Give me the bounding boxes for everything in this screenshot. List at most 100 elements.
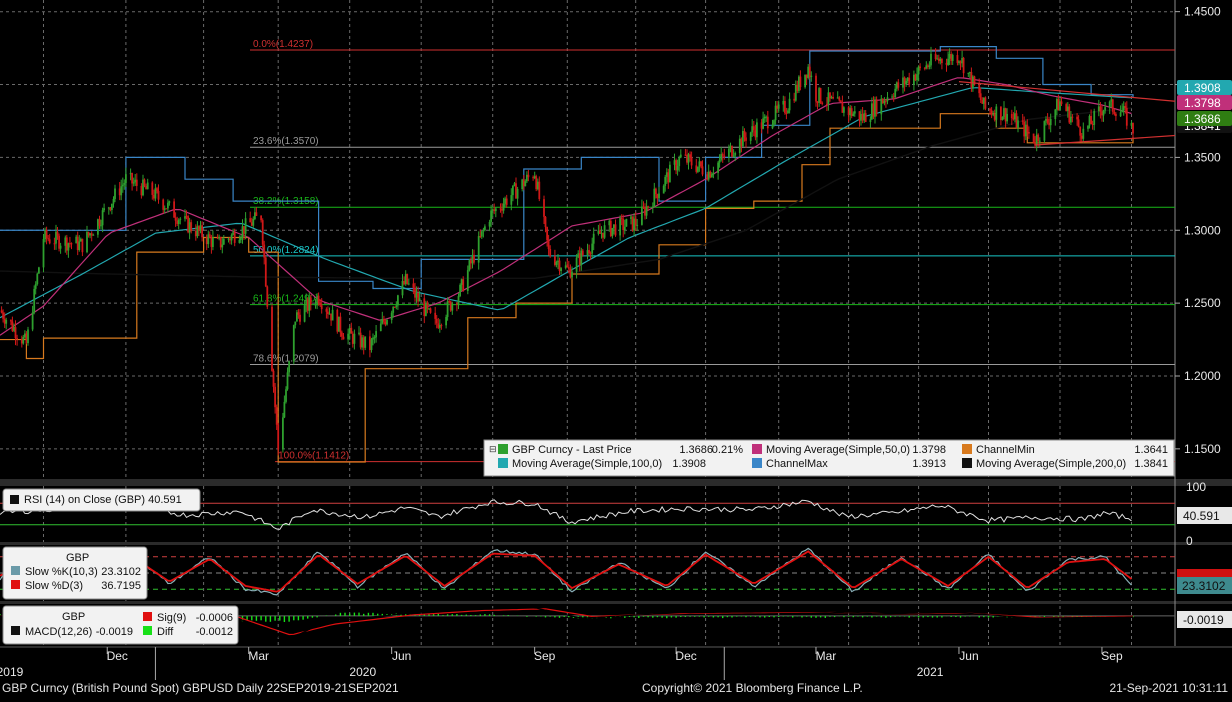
legend-label: Moving Average(Simple,100,0) (512, 458, 662, 470)
candle-body (1010, 114, 1013, 119)
candle-body (2, 312, 4, 319)
stoch-badge-text: 23.3102 (1182, 579, 1226, 593)
candle-body (282, 417, 284, 450)
candle-body (673, 160, 676, 165)
fib-level-label: 100.0%(1.1412) (278, 451, 349, 462)
legend-value: 1.3841 (1134, 458, 1168, 470)
ma200-line (0, 107, 1132, 279)
candle-body (743, 131, 746, 138)
macd-badge-text: -0.0019 (1183, 613, 1224, 627)
candle-body (717, 162, 719, 173)
candle-body (695, 165, 698, 172)
candle-body (662, 185, 665, 194)
candle-body (894, 88, 897, 97)
candle-body (47, 238, 50, 240)
candle-body (569, 268, 572, 278)
legend-value: 1.3908 (672, 458, 706, 470)
candle-body (165, 208, 168, 210)
candle-body (728, 148, 730, 158)
candle-body (100, 225, 102, 227)
candle-body (314, 304, 317, 306)
candle-body (299, 314, 301, 322)
macd-diff-swatch (143, 626, 152, 635)
candle-body (123, 183, 126, 185)
candle-body (146, 182, 149, 190)
candle-body (897, 82, 900, 88)
candle-body (930, 53, 932, 66)
candle-body (734, 153, 737, 156)
rsi-swatch (10, 495, 19, 504)
candle-body (687, 154, 690, 163)
candle-body (1060, 101, 1063, 105)
candle-body (1104, 107, 1106, 111)
candle-body (162, 199, 165, 210)
macd-diff-value: -0.0012 (196, 626, 233, 638)
candle-body (386, 320, 388, 325)
stoch-k-line (0, 547, 1132, 596)
candle-body (787, 110, 789, 114)
candle-body (350, 327, 353, 334)
candle-body (174, 217, 177, 221)
candle-body (836, 97, 839, 99)
candle-body (1099, 106, 1102, 112)
candle-body (218, 237, 220, 239)
candle-body (567, 267, 570, 269)
candle-body (98, 219, 101, 226)
candle-body (1093, 111, 1096, 125)
candle-body (762, 118, 764, 129)
candle-body (1125, 107, 1128, 126)
candle-body (1057, 99, 1060, 111)
candle-body (229, 238, 231, 241)
candle-body (603, 225, 606, 238)
candle-body (538, 181, 541, 200)
candle-body (395, 305, 398, 307)
candle-body (510, 195, 513, 205)
candle-body (558, 260, 561, 271)
candle-body (1076, 116, 1078, 120)
candle-body (972, 76, 974, 88)
candle-body (1043, 120, 1046, 141)
candle-body (544, 216, 547, 228)
candle-body (793, 98, 796, 101)
candle-body (1079, 126, 1082, 136)
stoch-k-value: 23.3102 (101, 566, 141, 578)
candle-body (614, 224, 617, 236)
candle-body (990, 110, 993, 115)
candle-body (379, 323, 382, 331)
candle-body (799, 76, 802, 88)
candle-body (456, 303, 458, 305)
x-axis-month-label: Dec (675, 649, 696, 663)
chart-canvas: 0.0%(1.4237)23.6%(1.3570)38.2%(1.3158)50… (0, 0, 1232, 680)
candle-body (369, 336, 371, 351)
candle-body (33, 288, 36, 313)
candle-body (397, 295, 399, 306)
candle-body (179, 218, 182, 220)
candle-body (636, 224, 639, 226)
candle-body (36, 273, 39, 285)
candle-body (826, 104, 828, 105)
candle-body (163, 208, 166, 210)
candle-body (361, 337, 363, 348)
candle-body (403, 281, 405, 285)
candle-body (31, 312, 34, 330)
candle-body (384, 321, 387, 325)
legend-swatch (498, 458, 508, 468)
candle-body (16, 338, 18, 339)
candle-body (502, 203, 505, 211)
candle-body (589, 253, 592, 255)
legend-value: 1.3913 (912, 458, 946, 470)
stoch-d-label: Slow %D(3) (25, 580, 83, 592)
candle-body (372, 337, 374, 340)
candle-body (157, 191, 160, 200)
candle-body (488, 222, 491, 227)
candle-body (331, 309, 334, 321)
candle-body (328, 313, 331, 315)
legend-label: Moving Average(Simple,200,0) (976, 458, 1126, 470)
candle-body (381, 319, 384, 324)
candle-body (634, 218, 637, 226)
candle-body (38, 267, 40, 274)
candle-body (588, 250, 590, 254)
candle-body (1003, 108, 1005, 117)
candle-body (294, 321, 297, 326)
candle-body (630, 216, 632, 219)
